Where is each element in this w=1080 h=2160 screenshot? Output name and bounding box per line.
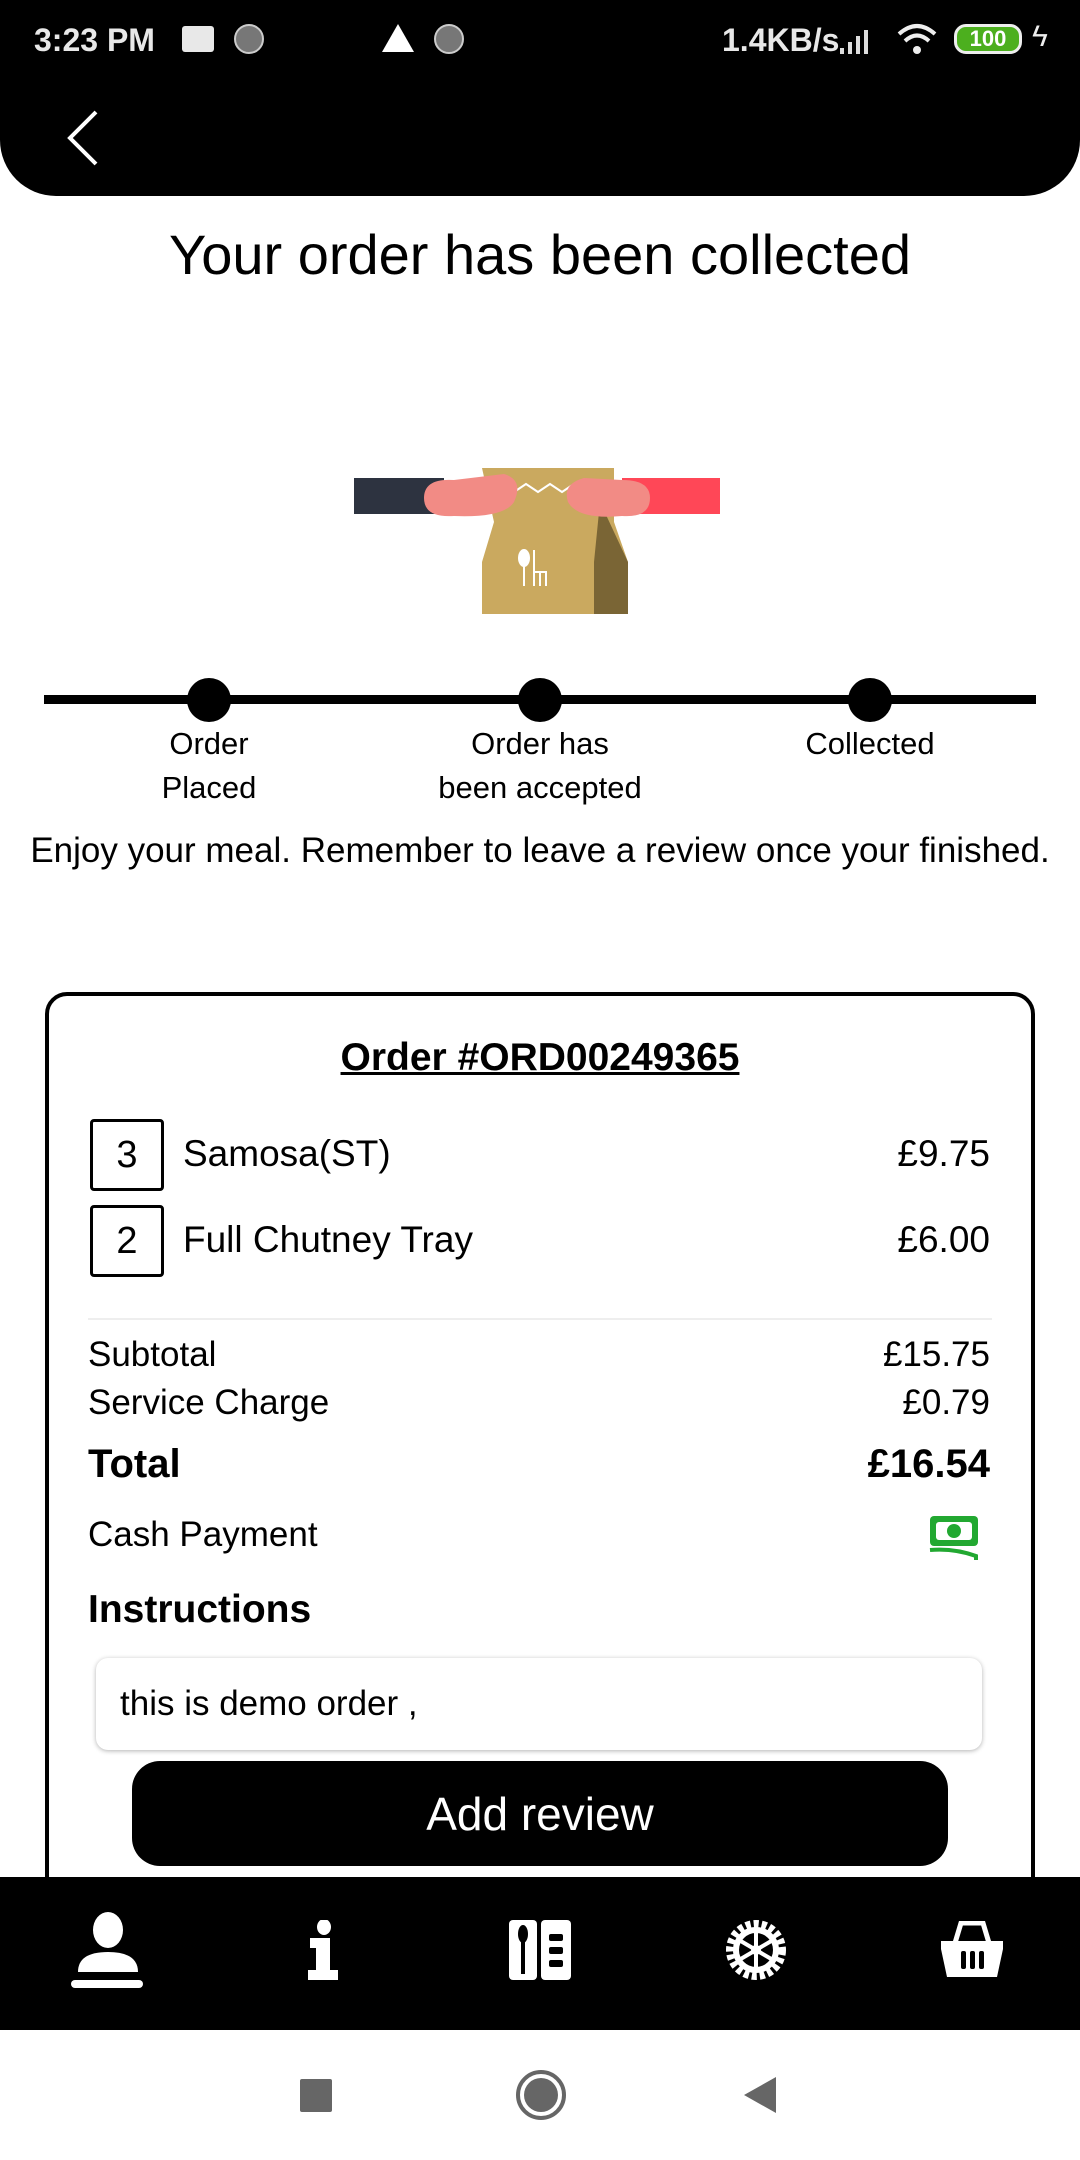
step-label-line: Order has (471, 726, 609, 761)
step-label-accepted: Order has been accepted (390, 722, 690, 810)
payment-method-label: Cash Payment (88, 1515, 318, 1554)
settings-icon (726, 1920, 786, 1980)
warning-icon (382, 24, 414, 52)
home-icon (524, 2078, 558, 2112)
step-label-collected: Collected (720, 722, 1020, 766)
item-quantity: 3 (90, 1119, 164, 1191)
basket-icon (941, 1921, 1003, 1977)
subtotal-value: £15.75 (882, 1335, 990, 1374)
step-label-line: Order (169, 726, 249, 761)
nav-profile[interactable] (48, 1895, 168, 2005)
step-dot-3 (848, 678, 892, 722)
status-time: 3:23 PM (34, 22, 155, 58)
service-charge-value: £0.79 (902, 1383, 990, 1422)
back-button[interactable] (60, 108, 104, 168)
step-label-line: Placed (161, 770, 257, 805)
signal-icon (840, 30, 868, 54)
item-name: Full Chutney Tray (183, 1219, 473, 1260)
total-value: £16.54 (867, 1442, 990, 1486)
nav-menu[interactable] (480, 1895, 600, 2005)
service-charge-label: Service Charge (88, 1383, 330, 1422)
item-price: £6.00 (897, 1219, 990, 1260)
total-label: Total (88, 1442, 181, 1486)
wifi-icon (897, 24, 937, 54)
recent-apps-button[interactable] (300, 2079, 332, 2112)
instructions-label: Instructions (88, 1588, 312, 1631)
step-label-line: Collected (805, 726, 935, 761)
sync-icon (234, 24, 264, 54)
home-button[interactable] (516, 2070, 566, 2120)
nav-info[interactable] (264, 1895, 384, 2005)
nav-basket[interactable] (912, 1895, 1032, 2005)
cash-icon (929, 1516, 978, 1560)
order-collected-illustration (354, 468, 720, 614)
network-speed: 1.4KB/s (722, 22, 840, 58)
menu-icon (509, 1920, 571, 1980)
system-back-button[interactable] (744, 2077, 776, 2113)
info-icon (308, 1920, 338, 1980)
step-label-order-placed: Order Placed (59, 722, 359, 810)
status-message: Enjoy your meal. Remember to leave a rev… (30, 831, 1050, 870)
instructions-field[interactable]: this is demo order , (96, 1658, 982, 1750)
item-name: Samosa(ST) (183, 1133, 391, 1174)
order-number: Order #ORD00249365 (340, 1036, 740, 1079)
profile-icon (71, 1912, 143, 1988)
charging-icon: ϟ (1032, 20, 1048, 53)
message-notification-icon (182, 26, 214, 52)
item-price: £9.75 (897, 1133, 990, 1174)
step-dot-2 (518, 678, 562, 722)
nav-settings[interactable] (696, 1895, 816, 2005)
sync-icon (434, 24, 464, 54)
step-dot-1 (187, 678, 231, 722)
battery-icon: 100 (954, 24, 1022, 54)
add-review-button[interactable]: Add review (132, 1761, 948, 1866)
item-quantity: 2 (90, 1205, 164, 1277)
divider (88, 1318, 992, 1320)
subtotal-label: Subtotal (88, 1335, 217, 1374)
page-title: Your order has been collected (169, 223, 911, 286)
step-label-line: been accepted (438, 770, 642, 805)
